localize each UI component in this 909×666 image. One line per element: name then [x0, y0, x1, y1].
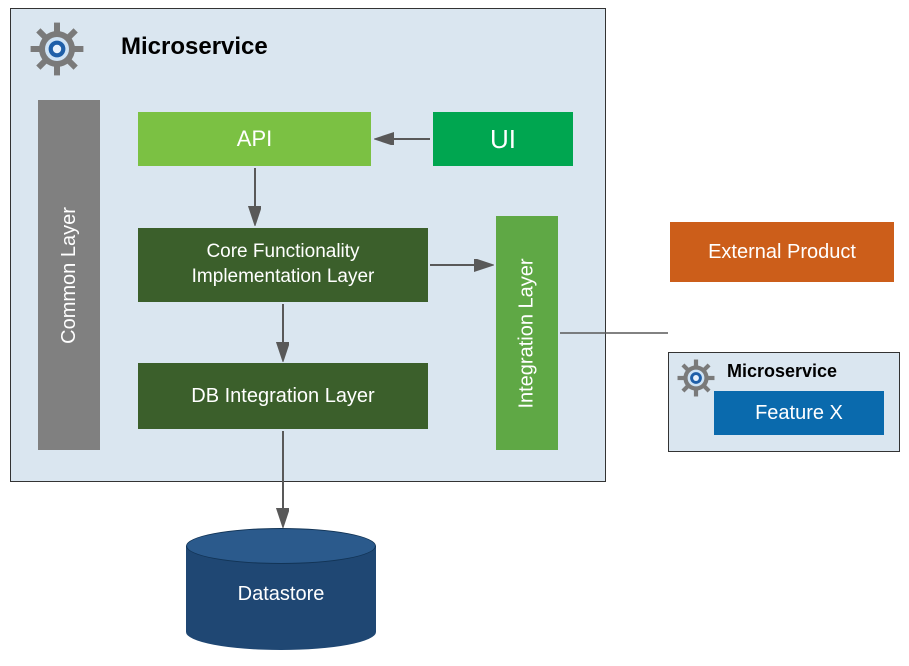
arrows-overlay — [0, 0, 909, 666]
